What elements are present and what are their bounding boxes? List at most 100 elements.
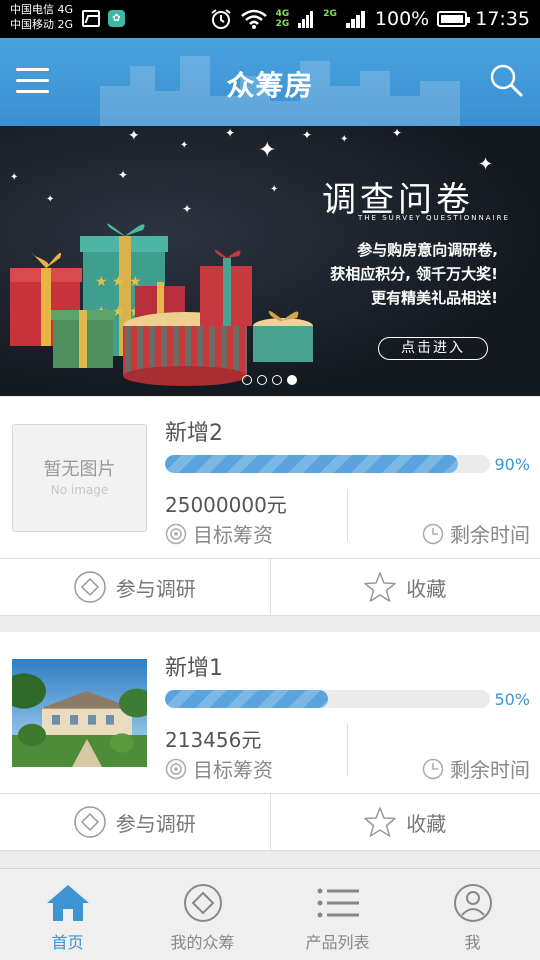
target-label: 目标筹资 [193, 758, 273, 782]
bottom-tab-bar: 首页 我的众筹 产品列表 我 [0, 868, 540, 960]
tab-product-list[interactable]: 产品列表 [270, 869, 405, 960]
divider [347, 724, 348, 776]
list-icon [317, 888, 359, 918]
gallery-notification-icon [82, 10, 100, 27]
tab-me[interactable]: 我 [405, 869, 540, 960]
join-survey-button[interactable]: 参与调研 [0, 559, 270, 615]
banner-line-2: 获相应积分, 领千万大奖! [330, 265, 498, 283]
star-decoration: ✦ [478, 154, 494, 175]
carousel-dot-active[interactable] [287, 375, 297, 385]
tab-my-crowdfunding[interactable]: 我的众筹 [135, 869, 270, 960]
funding-progress-fill [165, 690, 328, 708]
banner-subheading: THE SURVEY QUESTIONNAIRE [358, 214, 510, 222]
card-actions: 参与调研 收藏 [0, 794, 540, 851]
tab-product-list-label: 产品列表 [305, 933, 370, 952]
star-decoration: ✦ [302, 128, 313, 142]
target-icon [165, 758, 187, 779]
carrier-line-1: 中国电信 4G [10, 3, 74, 16]
progress-percent: 50% [494, 690, 530, 709]
clock-icon [422, 758, 444, 779]
battery-percent: 100% [374, 8, 430, 30]
card-actions: 参与调研 收藏 [0, 559, 540, 616]
target-amount: 213456元 [165, 728, 262, 752]
project-card[interactable]: 新增1 50% 213456元 目标筹资 剩余时间 参与调研 收藏 [0, 632, 540, 851]
star-decoration: ✦ [340, 134, 349, 145]
remaining-label: 剩余时间 [450, 758, 530, 782]
remaining-label: 剩余时间 [450, 523, 530, 547]
carrier-line-2: 中国移动 2G [10, 18, 74, 31]
star-decoration: ✦ [392, 126, 403, 140]
app-notification-icon: ✿ [108, 10, 125, 27]
search-icon[interactable] [488, 62, 524, 98]
clock: 17:35 [475, 8, 530, 30]
app-header: 众筹房 [0, 38, 540, 126]
star-decoration: ✦ [46, 194, 55, 205]
carrier-info: 中国电信 4G 中国移动 2G [10, 2, 73, 32]
star-decoration: ✦ [258, 138, 277, 163]
tab-home-label: 首页 [51, 933, 84, 952]
home-icon [46, 885, 89, 921]
wifi-icon [240, 9, 267, 29]
no-image-subtext: No image [50, 483, 109, 497]
tab-my-crowdfunding-label: 我的众筹 [170, 933, 235, 952]
target-funding: 目标筹资 [165, 519, 273, 548]
status-bar: 中国电信 4G 中国移动 2G ✿ 4G 2G 2G 100% 17:35 [0, 0, 540, 38]
promo-banner[interactable]: ✦ ✦ ✦ ✦ ✦ ✦ ✦ ✦ ✦ ✦ ✦ ✦ ✦ ★ ★ ★ ★ ★ ★ 调查… [0, 126, 540, 396]
target-icon [165, 523, 187, 544]
carousel-dot[interactable] [272, 375, 282, 385]
tab-me-label: 我 [464, 933, 481, 952]
network-type-labels: 4G 2G [275, 9, 290, 29]
remaining-time: 剩余时间 [422, 754, 530, 783]
alarm-icon [210, 9, 231, 29]
star-decoration: ✦ [128, 128, 140, 144]
project-name: 新增1 [165, 656, 223, 681]
star-decoration: ✦ [270, 184, 279, 195]
join-survey-label: 参与调研 [115, 811, 196, 836]
project-card[interactable]: 暂无图片 No image 新增2 90% 25000000元 目标筹资 剩余时… [0, 397, 540, 616]
star-pattern: ★ ★ ★ [95, 274, 142, 290]
project-name: 新增2 [165, 421, 223, 446]
banner-text: 参与购房意向调研卷, 获相应积分, 领千万大奖! 更有精美礼品相送! [312, 238, 498, 310]
carousel-dot[interactable] [257, 375, 267, 385]
divider [347, 489, 348, 541]
favorite-label: 收藏 [406, 811, 447, 836]
project-image-placeholder: 暂无图片 No image [12, 424, 147, 532]
funding-progress-bar [165, 690, 490, 708]
tab-home[interactable]: 首页 [0, 869, 135, 960]
status-right: 4G 2G 2G 100% 17:35 [210, 0, 530, 38]
star-decoration: ✦ [225, 126, 236, 140]
battery-icon [437, 11, 471, 27]
banner-enter-button[interactable]: 点击进入 [378, 337, 488, 360]
star-decoration: ✦ [10, 172, 19, 183]
diamond-icon [74, 571, 106, 603]
diamond-icon [74, 806, 106, 838]
signal-icon-2 [345, 11, 365, 28]
signal-icon-1 [298, 11, 314, 28]
diamond-icon [183, 884, 222, 922]
star-decoration: ✦ [118, 168, 129, 182]
target-label: 目标筹资 [193, 523, 273, 547]
page-title: 众筹房 [226, 69, 314, 102]
star-icon [364, 807, 396, 837]
carousel-indicator[interactable] [242, 375, 297, 385]
project-card-main[interactable]: 新增1 50% 213456元 目标筹资 剩余时间 [0, 632, 540, 794]
favorite-button[interactable]: 收藏 [269, 794, 540, 850]
favorite-label: 收藏 [406, 576, 447, 601]
user-icon [453, 884, 492, 922]
carousel-dot[interactable] [242, 375, 252, 385]
banner-line-1: 参与购房意向调研卷, [357, 241, 498, 259]
star-decoration: ✦ [180, 140, 189, 151]
favorite-button[interactable]: 收藏 [269, 559, 540, 615]
funding-progress-bar [165, 455, 490, 473]
project-image [12, 659, 147, 767]
join-survey-button[interactable]: 参与调研 [0, 794, 270, 850]
star-decoration: ✦ [182, 202, 193, 216]
gift-boxes-illustration: ★ ★ ★ ★ ★ ★ [10, 223, 313, 386]
remaining-time: 剩余时间 [422, 519, 530, 548]
target-funding: 目标筹资 [165, 754, 273, 783]
no-image-text: 暂无图片 [43, 459, 116, 480]
star-icon [364, 572, 396, 602]
project-card-main[interactable]: 暂无图片 No image 新增2 90% 25000000元 目标筹资 剩余时… [0, 397, 540, 559]
target-amount: 25000000元 [165, 493, 287, 517]
funding-progress-fill [165, 455, 458, 473]
